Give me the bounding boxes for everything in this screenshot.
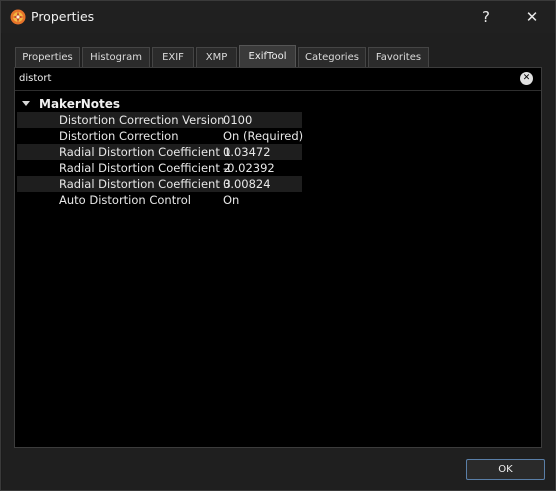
metadata-tree: MakerNotes Distortion Correction Version… bbox=[15, 96, 541, 208]
tag-name: Radial Distortion Coefficient 3 bbox=[59, 177, 231, 191]
tag-name: Radial Distortion Coefficient 2 bbox=[59, 161, 231, 175]
properties-dialog: Properties ? ✕ Properties Histogram EXIF… bbox=[0, 0, 556, 491]
help-icon: ? bbox=[482, 8, 490, 26]
search-input[interactable] bbox=[19, 70, 509, 87]
window-title: Properties bbox=[31, 9, 95, 24]
tab-xmp[interactable]: XMP bbox=[196, 47, 237, 67]
table-row[interactable]: Distortion Correction Version 0100 bbox=[17, 112, 302, 128]
group-label: MakerNotes bbox=[39, 97, 121, 111]
tag-value: On bbox=[223, 193, 240, 207]
ok-button[interactable]: OK bbox=[466, 459, 545, 480]
tab-exif[interactable]: EXIF bbox=[152, 47, 194, 67]
tag-value: On (Required) bbox=[223, 129, 304, 143]
clear-icon: ✕ bbox=[522, 73, 531, 83]
tag-name: Auto Distortion Control bbox=[59, 193, 191, 207]
tab-exiftool[interactable]: ExifTool bbox=[239, 45, 296, 67]
exiftool-panel: ✕ MakerNotes Distortion Correction Versi… bbox=[14, 67, 542, 448]
tag-value: 0.03472 bbox=[223, 145, 271, 159]
close-icon: ✕ bbox=[525, 8, 539, 26]
tab-histogram[interactable]: Histogram bbox=[82, 47, 150, 67]
table-row[interactable]: Auto Distortion Control On bbox=[17, 192, 302, 208]
app-logo-icon bbox=[10, 9, 26, 25]
expand-caret-icon[interactable] bbox=[22, 101, 30, 106]
tag-value: 0.00824 bbox=[223, 177, 271, 191]
table-row[interactable]: Radial Distortion Coefficient 3 0.00824 bbox=[17, 176, 302, 192]
table-row[interactable]: Radial Distortion Coefficient 2 -0.02392 bbox=[17, 160, 302, 176]
tree-group-makernotes[interactable]: MakerNotes bbox=[15, 96, 541, 112]
clear-search-button[interactable]: ✕ bbox=[520, 72, 533, 85]
tag-value: -0.02392 bbox=[223, 161, 275, 175]
tag-name: Distortion Correction Version bbox=[59, 113, 225, 127]
tab-properties[interactable]: Properties bbox=[15, 47, 80, 67]
search-bar: ✕ bbox=[15, 68, 541, 91]
table-row[interactable]: Distortion Correction On (Required) bbox=[17, 128, 304, 144]
table-row[interactable]: Radial Distortion Coefficient 1 0.03472 bbox=[17, 144, 302, 160]
tag-name: Distortion Correction bbox=[59, 129, 179, 143]
close-button[interactable]: ✕ bbox=[509, 1, 555, 33]
tag-name: Radial Distortion Coefficient 1 bbox=[59, 145, 231, 159]
tab-favorites[interactable]: Favorites bbox=[368, 47, 429, 67]
dialog-body: Properties Histogram EXIF XMP ExifTool C… bbox=[2, 33, 554, 490]
tab-categories[interactable]: Categories bbox=[298, 47, 366, 67]
title-bar[interactable]: Properties ? ✕ bbox=[1, 1, 555, 33]
tab-bar: Properties Histogram EXIF XMP ExifTool C… bbox=[15, 45, 431, 67]
tag-value: 0100 bbox=[223, 113, 253, 127]
help-button[interactable]: ? bbox=[463, 1, 509, 33]
